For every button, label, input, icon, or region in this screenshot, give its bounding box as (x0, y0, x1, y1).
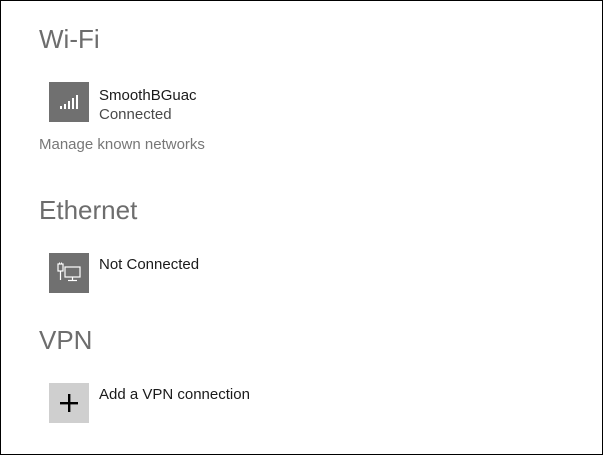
ethernet-section-title: Ethernet (39, 195, 138, 225)
manage-known-networks-link[interactable]: Manage known networks (39, 135, 205, 155)
wifi-network-status: Connected (99, 106, 172, 123)
ethernet-status: Not Connected (99, 256, 200, 273)
ethernet-icon (49, 253, 89, 293)
plus-icon (49, 383, 89, 423)
network-settings-panel: Wi-Fi SmoothBGuac Connected Manage known… (0, 0, 603, 455)
wifi-signal-icon (49, 82, 89, 122)
wifi-section-title: Wi-Fi (39, 24, 100, 54)
vpn-section-title: VPN (39, 325, 93, 355)
add-vpn-connection-label: Add a VPN connection (99, 386, 250, 403)
wifi-network-name: SmoothBGuac (99, 87, 197, 104)
